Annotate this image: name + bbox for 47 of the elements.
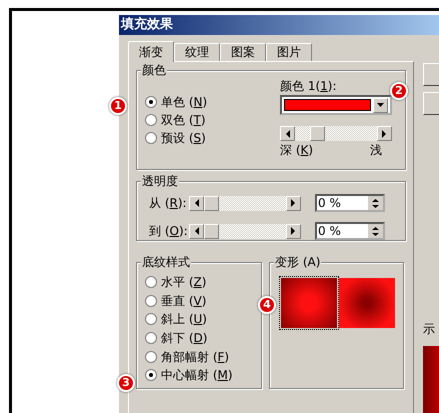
spin-arrows-icon[interactable]	[368, 196, 383, 210]
scroll-left-icon[interactable]	[280, 126, 295, 141]
dialog-button[interactable]	[423, 63, 439, 86]
scroll-left-icon[interactable]	[189, 196, 204, 210]
field-label: 从 (R):	[148, 195, 188, 212]
spin-arrows-icon[interactable]	[368, 224, 383, 238]
tab[interactable]: 纹理	[174, 43, 220, 61]
scroll-right-icon[interactable]	[377, 126, 392, 141]
radio-option[interactable]: 斜上 (U)	[145, 310, 253, 329]
radio-option[interactable]: 预设 (S)	[145, 129, 280, 147]
slider-label: 浅	[370, 143, 382, 157]
radio-option[interactable]: 中心幅射 (M)	[145, 366, 253, 385]
slider[interactable]	[189, 224, 301, 238]
spin-field[interactable]: 0 %	[315, 194, 385, 212]
dialog-button[interactable]	[423, 92, 439, 115]
scroll-right-icon[interactable]	[286, 224, 301, 238]
radio-option[interactable]: 双色 (T)	[145, 111, 280, 129]
field-label: 到 (O):	[148, 223, 189, 240]
scroll-left-icon[interactable]	[189, 224, 204, 238]
field-label: 颜色 1(1):	[280, 79, 338, 93]
group-title: 透明度	[141, 174, 179, 188]
slider[interactable]	[189, 196, 301, 210]
tab[interactable]: 图片	[266, 43, 312, 61]
group-title: 底纹样式	[141, 255, 191, 269]
slider-label: 深 (K)	[280, 143, 314, 157]
group-title: 颜色	[141, 63, 167, 77]
radio-option[interactable]: 垂直 (V)	[145, 292, 253, 310]
gradient-swatch[interactable]	[339, 278, 395, 328]
spin-field[interactable]: 0 %	[315, 222, 385, 240]
radio-option[interactable]: 斜下 (D)	[145, 328, 253, 348]
slider-thumb[interactable]	[310, 126, 325, 141]
sample-label: 示	[423, 322, 436, 336]
scroll-right-icon[interactable]	[286, 196, 301, 210]
radio-option[interactable]: 单色 (N)	[145, 93, 280, 111]
color-dropdown[interactable]	[280, 95, 392, 115]
slider-thumb[interactable]	[204, 224, 219, 238]
group-title: 变形 (A)	[274, 255, 322, 269]
tab[interactable]: 渐变	[128, 41, 174, 62]
slider[interactable]	[280, 126, 392, 141]
callout-badge: 1	[109, 97, 127, 115]
window-title: 填充效果	[119, 15, 439, 35]
sample-preview	[423, 346, 439, 413]
gradient-swatch[interactable]	[281, 278, 337, 328]
slider-thumb[interactable]	[204, 196, 219, 210]
tab[interactable]: 图案	[220, 43, 266, 61]
radio-option[interactable]: 水平 (Z)	[145, 273, 253, 292]
radio-option[interactable]: 角部幅射 (F)	[145, 347, 253, 366]
